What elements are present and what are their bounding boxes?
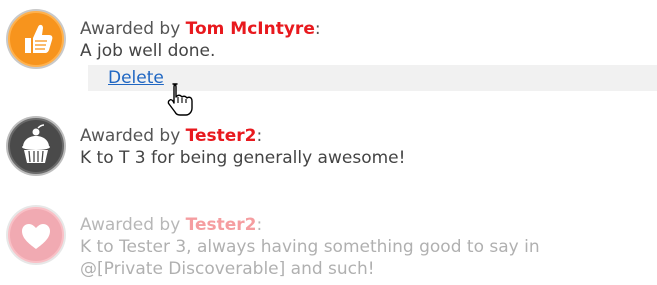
awarder-name[interactable]: Tester2	[186, 126, 257, 146]
thumbs-up-icon	[6, 9, 66, 69]
awards-feed: Awarded by Tom McIntyre: A job well done…	[0, 0, 657, 285]
award-message: K to Tester 3, always having something g…	[80, 237, 540, 257]
awarded-by-prefix: Awarded by	[80, 126, 181, 146]
awarded-by-line: Awarded by Tom McIntyre:	[80, 18, 657, 40]
awarded-by-colon: :	[314, 19, 321, 39]
awarded-by-line: Awarded by Tester2:	[80, 125, 657, 147]
hand-cursor-icon	[165, 82, 195, 116]
heart-badge	[5, 204, 67, 266]
awarded-by-prefix: Awarded by	[80, 215, 181, 235]
award-text: Awarded by Tester2: K to T 3 for being g…	[80, 125, 657, 169]
award-text: Awarded by Tester2: K to Tester 3, alway…	[80, 214, 657, 280]
awarded-by-prefix: Awarded by	[80, 19, 181, 39]
cupcake-badge	[5, 115, 67, 177]
award-message: K to T 3 for being generally awesome!	[80, 148, 406, 168]
heart-icon	[6, 205, 66, 265]
cupcake-icon	[6, 116, 66, 176]
awarder-name[interactable]: Tom McIntyre	[186, 19, 315, 39]
awarded-by-line: Awarded by Tester2:	[80, 214, 657, 236]
award-message-line2: @[Private Discoverable] and such!	[80, 259, 375, 279]
awarded-by-colon: :	[256, 126, 263, 146]
award-text: Awarded by Tom McIntyre: A job well done…	[80, 18, 657, 62]
thumbs-up-badge	[5, 8, 67, 70]
award-message: A job well done.	[80, 41, 216, 61]
awarder-name[interactable]: Tester2	[186, 215, 257, 235]
awarded-by-colon: :	[256, 215, 263, 235]
delete-link[interactable]: Delete	[108, 67, 164, 89]
